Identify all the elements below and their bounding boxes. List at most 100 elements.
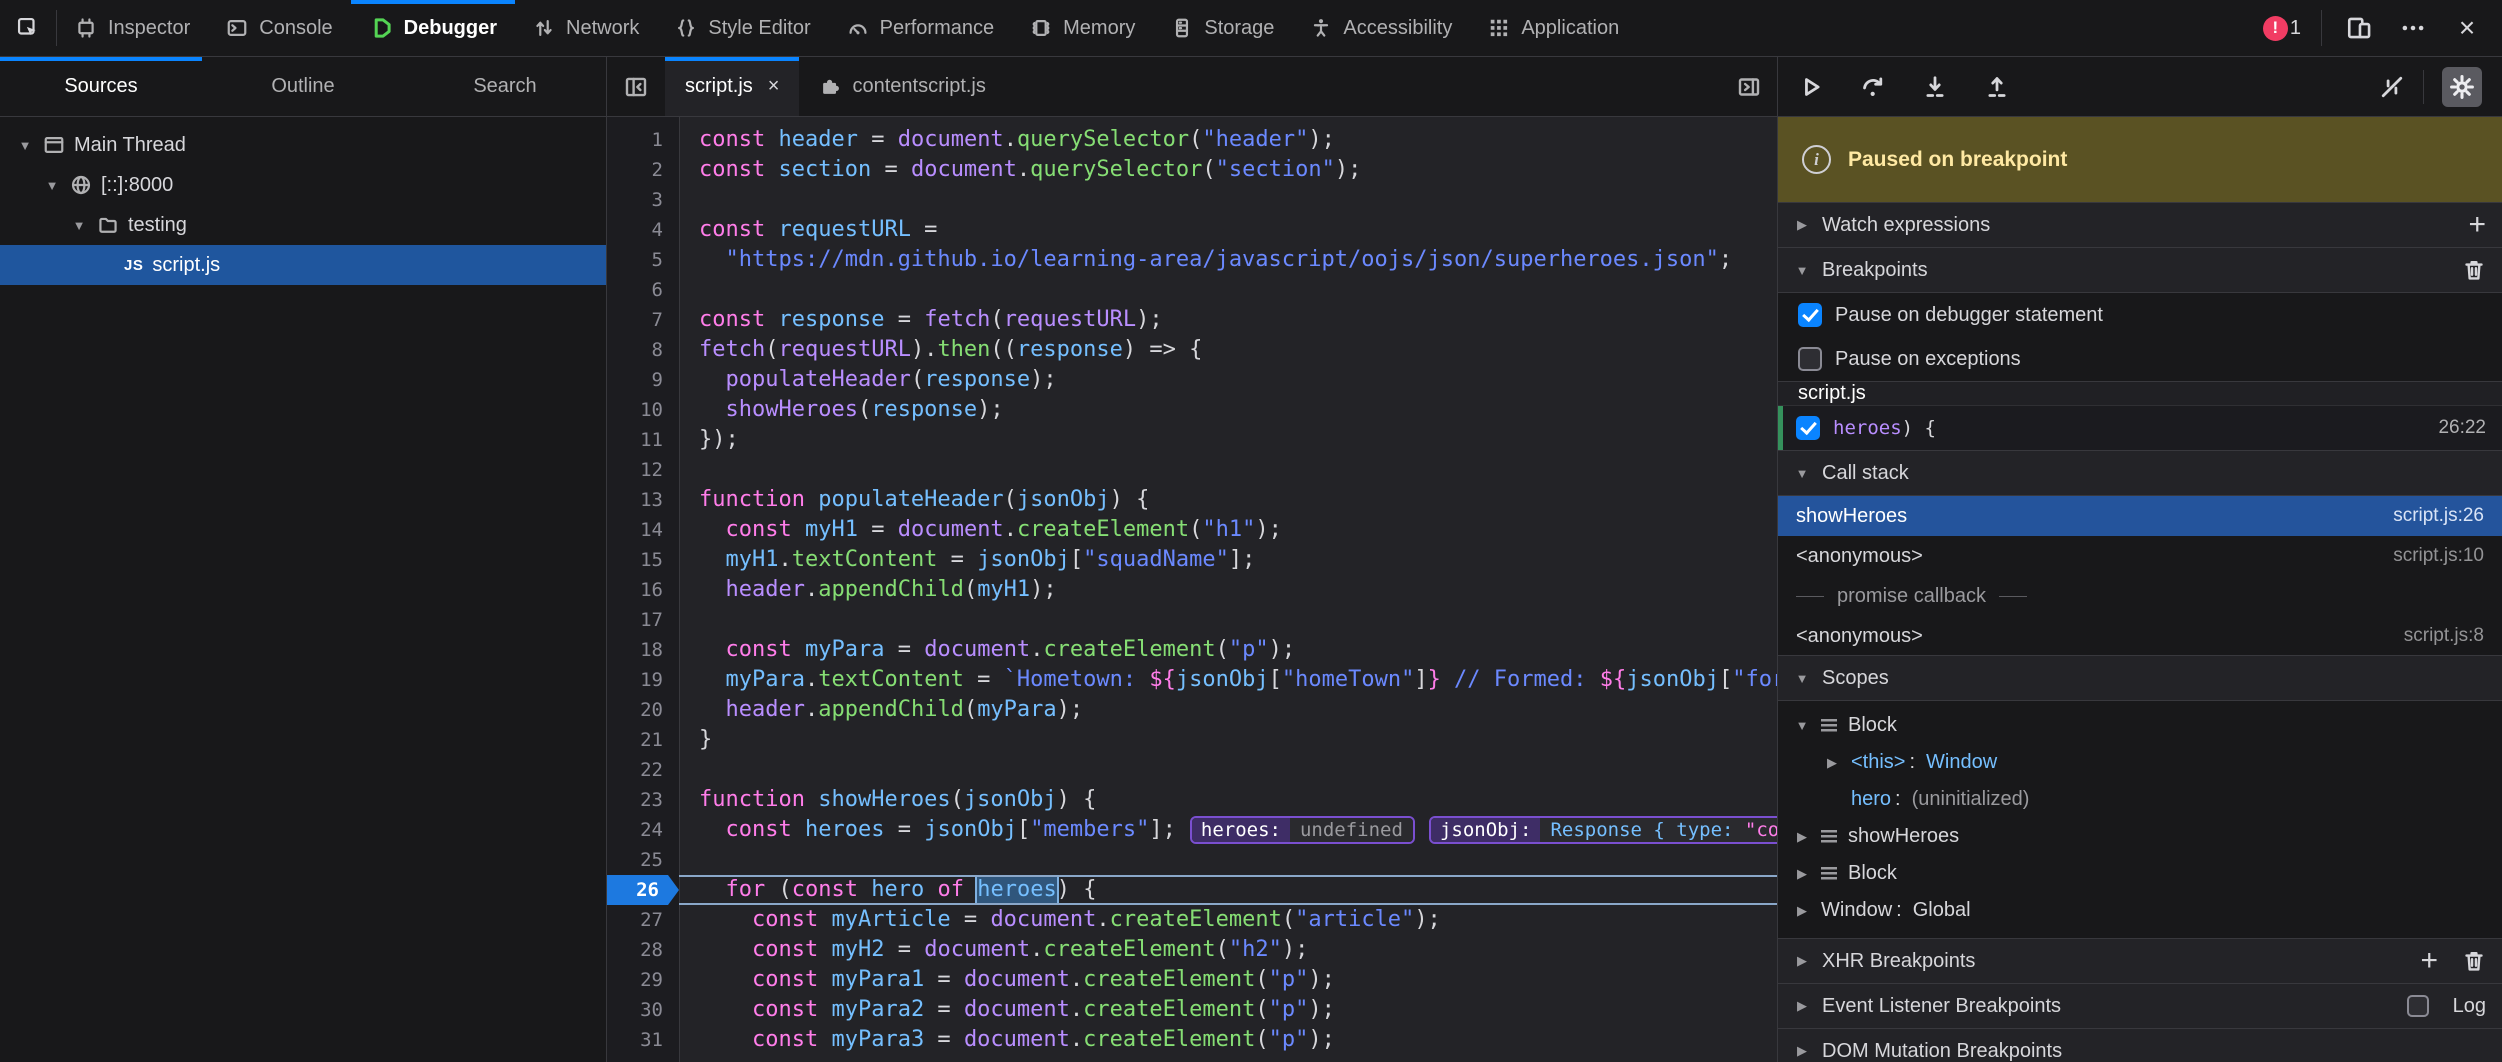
code-line-17[interactable]: 17 <box>607 605 1777 635</box>
code-line-25[interactable]: 25 <box>607 845 1777 875</box>
breakpoint-option[interactable]: Pause on exceptions <box>1778 337 2502 381</box>
code-line-13[interactable]: 13function populateHeader(jsonObj) { <box>607 485 1777 515</box>
line-number[interactable]: 2 <box>607 155 679 185</box>
code-line-27[interactable]: 27 const myArticle = document.createElem… <box>607 905 1777 935</box>
code-line-10[interactable]: 10 showHeroes(response); <box>607 395 1777 425</box>
code-line-14[interactable]: 14 const myH1 = document.createElement("… <box>607 515 1777 545</box>
tree-item-main-thread[interactable]: ▼Main Thread <box>0 125 606 165</box>
paused-line-marker[interactable]: 26 <box>607 875 679 905</box>
line-number[interactable]: 14 <box>607 515 679 545</box>
line-number[interactable]: 30 <box>607 995 679 1025</box>
error-count-button[interactable]: ! 1 <box>2263 16 2301 41</box>
line-number[interactable]: 16 <box>607 575 679 605</box>
code-line-29[interactable]: 29 const myPara1 = document.createElemen… <box>607 965 1777 995</box>
line-number[interactable]: 13 <box>607 485 679 515</box>
scope-row-hero[interactable]: hero: (uninitialized) <box>1778 781 2502 818</box>
stack-frame[interactable]: <anonymous>script.js:10 <box>1778 536 2502 576</box>
scope-row-showheroes[interactable]: ▶showHeroes <box>1778 818 2502 855</box>
line-number[interactable]: 12 <box>607 455 679 485</box>
line-number[interactable]: 11 <box>607 425 679 455</box>
line-number[interactable]: 1 <box>607 125 679 155</box>
xhr-breakpoints-header[interactable]: ▶ XHR Breakpoints + <box>1778 938 2502 984</box>
line-number[interactable]: 31 <box>607 1025 679 1055</box>
expand-panes-button[interactable] <box>1737 57 1777 116</box>
breakpoint-checkbox[interactable] <box>1796 416 1820 440</box>
call-stack-header[interactable]: ▼ Call stack <box>1778 450 2502 496</box>
collapse-sources-pane-button[interactable] <box>607 57 665 116</box>
line-number[interactable]: 22 <box>607 755 679 785</box>
line-number[interactable]: 17 <box>607 605 679 635</box>
code-line-21[interactable]: 21} <box>607 725 1777 755</box>
line-number[interactable]: 25 <box>607 845 679 875</box>
code-line-5[interactable]: 5 "https://mdn.github.io/learning-area/j… <box>607 245 1777 275</box>
close-tab-icon[interactable]: × <box>768 75 780 98</box>
devtools-tab-network[interactable]: Network <box>515 0 657 56</box>
event-listener-breakpoints-header[interactable]: ▶ Event Listener Breakpoints Log <box>1778 983 2502 1029</box>
line-number[interactable]: 5 <box>607 245 679 275</box>
scope-row--this-[interactable]: ▶<this>: Window <box>1778 744 2502 781</box>
line-number[interactable]: 19 <box>607 665 679 695</box>
breakpoint-file-header[interactable]: script.js <box>1778 381 2502 405</box>
breakpoint-option[interactable]: Pause on debugger statement <box>1778 293 2502 337</box>
code-line-12[interactable]: 12 <box>607 455 1777 485</box>
devtools-tab-accessibility[interactable]: Accessibility <box>1292 0 1470 56</box>
line-number[interactable]: 23 <box>607 785 679 815</box>
code-line-31[interactable]: 31 const myPara3 = document.createElemen… <box>607 1025 1777 1055</box>
code-line-2[interactable]: 2const section = document.querySelector(… <box>607 155 1777 185</box>
code-line-23[interactable]: 23function showHeroes(jsonObj) { <box>607 785 1777 815</box>
code-line-16[interactable]: 16 header.appendChild(myH1); <box>607 575 1777 605</box>
pane-tab-sources[interactable]: Sources <box>0 57 202 116</box>
source-editor[interactable]: 1const header = document.querySelector("… <box>607 117 1777 1062</box>
breakpoints-header[interactable]: ▼ Breakpoints <box>1778 247 2502 293</box>
close-devtools-button[interactable]: × <box>2450 11 2484 45</box>
step-in-button[interactable] <box>1922 74 1948 100</box>
code-line-11[interactable]: 11}); <box>607 425 1777 455</box>
debugger-settings-button[interactable] <box>2442 67 2482 107</box>
pane-tab-outline[interactable]: Outline <box>202 57 404 116</box>
code-line-1[interactable]: 1const header = document.querySelector("… <box>607 125 1777 155</box>
add-xhr-breakpoint-button[interactable]: + <box>2420 946 2438 976</box>
line-number[interactable]: 7 <box>607 305 679 335</box>
code-line-30[interactable]: 30 const myPara2 = document.createElemen… <box>607 995 1777 1025</box>
line-number[interactable]: 15 <box>607 545 679 575</box>
code-line-19[interactable]: 19 myPara.textContent = `Hometown: ${jso… <box>607 665 1777 695</box>
watch-expressions-header[interactable]: ▶ Watch expressions + <box>1778 202 2502 248</box>
step-over-button[interactable] <box>1860 74 1886 100</box>
editor-tab-contentscript-js[interactable]: contentscript.js <box>799 57 1005 116</box>
editor-tab-script-js[interactable]: script.js× <box>665 57 799 116</box>
tree-item--8000[interactable]: ▼[::]:8000 <box>0 165 606 205</box>
devtools-tab-performance[interactable]: Performance <box>829 0 1013 56</box>
code-line-9[interactable]: 9 populateHeader(response); <box>607 365 1777 395</box>
line-number[interactable]: 10 <box>607 395 679 425</box>
stack-frame[interactable]: showHeroesscript.js:26 <box>1778 496 2502 536</box>
code-line-15[interactable]: 15 myH1.textContent = jsonObj["squadName… <box>607 545 1777 575</box>
dom-mutation-breakpoints-header[interactable]: ▶ DOM Mutation Breakpoints <box>1778 1028 2502 1062</box>
code-line-3[interactable]: 3 <box>607 185 1777 215</box>
step-out-button[interactable] <box>1984 74 2010 100</box>
devtools-tab-debugger[interactable]: Debugger <box>351 0 515 56</box>
scope-row-block[interactable]: ▶Block <box>1778 855 2502 892</box>
remove-breakpoints-button[interactable] <box>2462 258 2486 282</box>
line-number[interactable]: 20 <box>607 695 679 725</box>
code-line-8[interactable]: 8fetch(requestURL).then((response) => { <box>607 335 1777 365</box>
responsive-design-mode-button[interactable] <box>2342 11 2376 45</box>
code-line-26[interactable]: 26 for (const hero of heroes) { <box>607 875 1777 905</box>
line-number[interactable]: 21 <box>607 725 679 755</box>
devtools-menu-button[interactable] <box>2396 11 2430 45</box>
add-watch-expression-button[interactable]: + <box>2468 210 2486 240</box>
code-line-18[interactable]: 18 const myPara = document.createElement… <box>607 635 1777 665</box>
pick-element-button[interactable] <box>0 0 56 56</box>
devtools-tab-inspector[interactable]: Inspector <box>57 0 208 56</box>
log-events-checkbox[interactable] <box>2407 995 2429 1017</box>
line-number[interactable]: 8 <box>607 335 679 365</box>
stack-frame[interactable]: promise callback <box>1778 576 2502 616</box>
line-number[interactable]: 29 <box>607 965 679 995</box>
scope-row-window[interactable]: ▶Window: Global <box>1778 892 2502 929</box>
devtools-tab-console[interactable]: Console <box>208 0 350 56</box>
code-line-20[interactable]: 20 header.appendChild(myPara); <box>607 695 1777 725</box>
devtools-tab-application[interactable]: Application <box>1470 0 1637 56</box>
line-number[interactable]: 28 <box>607 935 679 965</box>
line-number[interactable]: 18 <box>607 635 679 665</box>
code-line-4[interactable]: 4const requestURL = <box>607 215 1777 245</box>
code-line-24[interactable]: 24 const heroes = jsonObj["members"];her… <box>607 815 1777 845</box>
